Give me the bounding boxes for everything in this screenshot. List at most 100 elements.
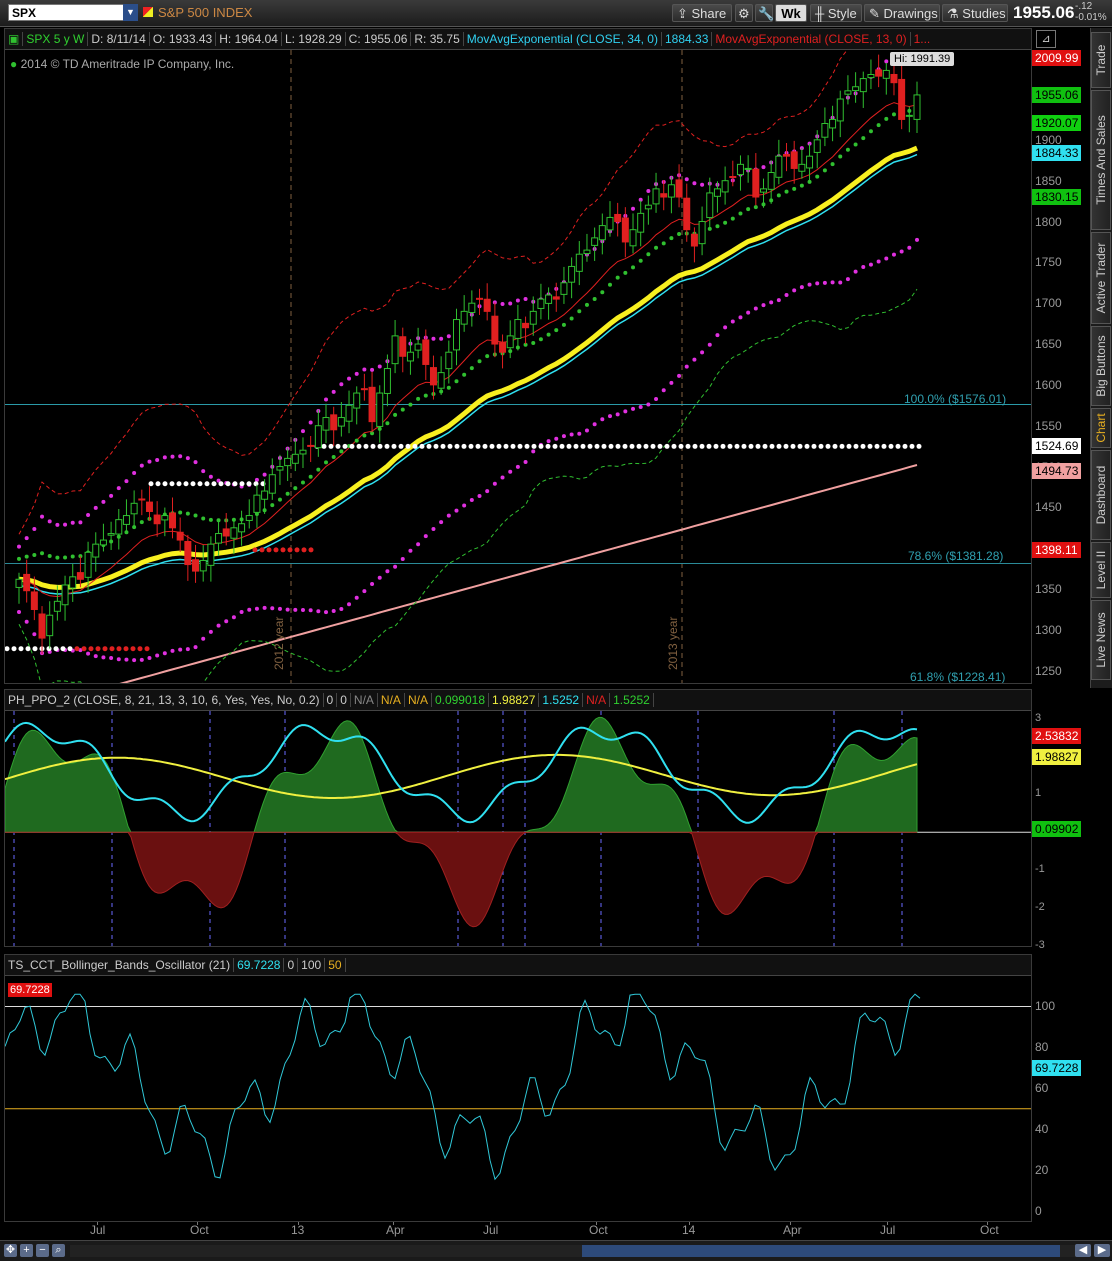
scrollbar-thumb[interactable] [582,1245,1060,1257]
zoom-out-button[interactable]: − [36,1244,49,1257]
lower-band-dot [723,325,728,330]
bearish-candle [368,386,376,423]
share-button[interactable]: ⇪ Share [672,4,732,22]
time-axis-tick [596,1222,597,1225]
resistance-dot [874,443,880,449]
scroll-right-icon[interactable]: ▶ [1094,1244,1110,1257]
upper-band-dot [208,474,213,479]
signal-band-dot [738,211,743,216]
scroll-left-icon[interactable]: ◀ [1075,1244,1091,1257]
time-axis-label: Oct [980,1223,999,1237]
tab-dashboard[interactable]: Dashboard [1091,450,1111,540]
bullish-candle [545,294,553,304]
bullish-candle [268,474,276,494]
zoom-in-button[interactable]: + [20,1244,33,1257]
bullish-candle [130,502,138,515]
resistance-dot [384,443,390,449]
bullish-candle [575,253,583,272]
signal-band-dot [623,270,628,275]
legend-ema13-more: 1... [913,32,931,46]
bb-axis-label: 0 [1035,1204,1042,1218]
support-dot [18,646,24,652]
bullish-candle [836,98,844,122]
tab-level-ii[interactable]: Level II [1091,542,1111,598]
lower-band-dot [147,655,152,660]
settings-icon[interactable]: ⚙ [735,4,753,22]
resistance-dot [218,481,224,487]
bb-legend-value: 69.7228 [234,958,285,972]
legend-date: D: 8/11/14 [88,32,150,46]
signal-band-dot [861,136,866,141]
bb-study-name[interactable]: TS_CCT_Bollinger_Bands_Oscillator (21) [5,958,235,972]
bullish-candle [337,417,345,427]
bb-legend-value: 100 [298,958,326,972]
legend-ema34[interactable]: MovAvgExponential (CLOSE, 34, 0) [463,32,662,46]
resistance-dot [225,481,231,487]
bb-chart[interactable] [5,976,1031,1221]
resistance-dot [559,443,565,449]
upper-band-dot [631,206,636,211]
support-dot [287,547,293,553]
resistance-dot [496,443,502,449]
wrench-icon[interactable]: 🔧 [755,4,774,22]
studies-button[interactable]: ⚗ Studies [942,4,1008,22]
lower-band-dot [891,252,896,257]
tab-trade[interactable]: Trade [1091,32,1111,88]
legend-ema13[interactable]: MovAvgExponential (CLOSE, 13, 0) [712,32,911,46]
support-dot [144,646,150,652]
aggregation-period-button[interactable]: Wk [775,4,807,22]
bb-axis-label: 60 [1035,1081,1049,1096]
support-dot [123,646,129,652]
ppo-chart[interactable] [5,711,1031,946]
bearish-candle [783,153,791,157]
drawings-button[interactable]: ✎ Drawings [864,4,940,22]
pan-icon[interactable]: ✥ [4,1244,17,1257]
signal-band-dot [891,112,896,117]
symbol-dropdown-chevron-icon[interactable]: ▼ [123,4,138,21]
studies-label: Studies [962,6,1006,21]
bullish-candle [84,551,92,578]
tab-active-trader[interactable]: Active Trader [1091,232,1111,324]
lower-band-dot [915,237,919,242]
chart-settings-icon[interactable]: ▣ [5,32,24,46]
tab-big-buttons[interactable]: Big Buttons [1091,326,1111,406]
lower-band-dot [224,619,229,624]
resistance-dot [678,443,684,449]
signal-band-dot [47,553,52,558]
bullish-candle [284,457,292,467]
lower-band-dot [408,548,413,553]
ppo-legend: PH_PPO_2 (CLOSE, 8, 21, 13, 3, 10, 6, Ye… [5,690,1031,711]
support-dot [301,547,307,553]
price-axis-label: 1600 [1035,377,1062,392]
lower-band-dot [500,475,505,480]
lower-band-dot [339,607,344,612]
price-axis-label: 1550 [1035,418,1062,433]
style-button[interactable]: ╫ Style [810,4,862,22]
ppo-study-name[interactable]: PH_PPO_2 (CLOSE, 8, 21, 13, 3, 10, 6, Ye… [5,693,324,707]
upper-band-dot [508,301,513,306]
bearish-candle [621,217,629,243]
tab-chart[interactable]: Chart [1091,408,1111,448]
lower-band-dot [807,282,812,287]
magnifier-icon[interactable]: ⌕ [52,1244,65,1257]
tab-live-news[interactable]: Live News [1091,600,1111,680]
lower-band-dot [208,629,213,634]
lower-band-dot [554,436,559,441]
resistance-dot [176,481,182,487]
resistance-dot [825,443,831,449]
time-axis-tick [987,1222,988,1225]
signal-band-dot [646,252,651,257]
time-axis-tick [298,1222,299,1225]
bullish-candle [383,368,391,394]
tab-times-and-sales[interactable]: Times And Sales [1091,90,1111,230]
lower-band-dot [669,380,674,385]
bullish-candle [844,90,852,95]
draw-tool-icon[interactable]: ⊿ [1036,30,1056,48]
symbol-input[interactable]: SPX [8,4,138,21]
support-dot [67,646,73,652]
bearish-candle [675,179,683,198]
price-chart[interactable] [5,50,1031,683]
lower-band-dot [592,422,597,427]
bullish-candle [591,237,599,246]
ppo-legend-value: N/A [583,693,611,707]
